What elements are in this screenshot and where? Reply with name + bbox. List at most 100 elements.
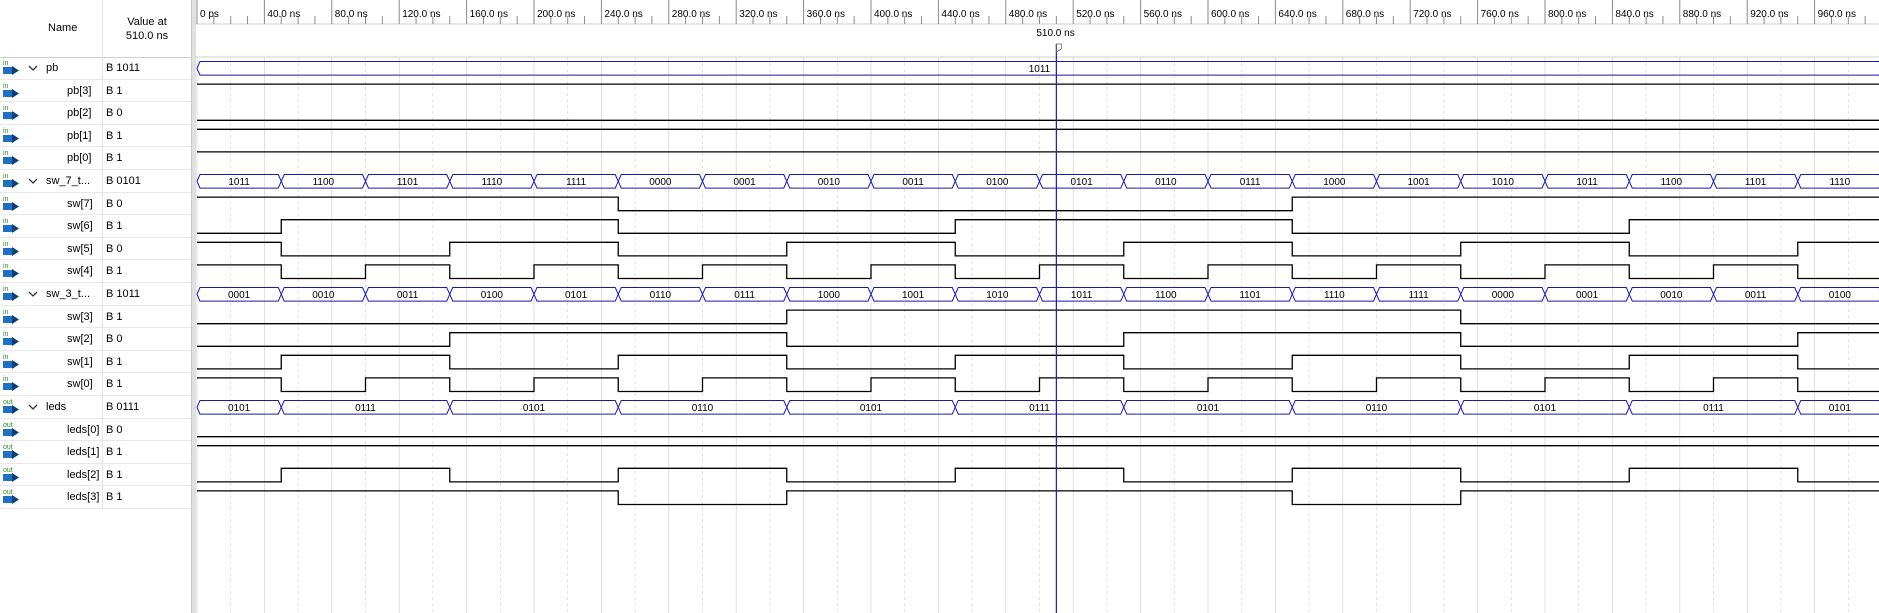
ruler-tick-label: 360.0 ns	[807, 9, 845, 20]
signal-row[interactable]: in pb[0] B 1	[0, 147, 191, 170]
ruler-tick-label: 280.0 ns	[672, 9, 710, 20]
signal-row[interactable]: in pb[3] B 1	[0, 79, 191, 103]
signal-value: B 1	[106, 446, 123, 459]
signal-name: sw[5]	[67, 242, 93, 255]
bus-value-label: 1101	[1745, 177, 1767, 188]
svg-text:in: in	[3, 128, 9, 135]
signal-row[interactable]: out leds[3] B 1	[0, 486, 191, 509]
signal-value: B 1	[106, 265, 123, 278]
bus-value-label: 1100	[1155, 290, 1177, 301]
signal-row[interactable]: out leds[1] B 1	[0, 441, 191, 464]
signal-name: leds	[46, 401, 67, 413]
column-divider	[102, 79, 103, 103]
signal-name: sw[7]	[67, 197, 93, 210]
signal-row[interactable]: in sw[3] B 1	[0, 305, 191, 329]
signal-row[interactable]: in sw[7] B 0	[0, 192, 191, 216]
column-divider	[102, 418, 103, 442]
ruler-tick-label: 80.0 ns	[335, 9, 368, 20]
signal-name: sw_7_t...	[46, 175, 91, 187]
signal-row[interactable]: in sw_3_t... B 1011	[0, 283, 191, 306]
column-divider	[102, 441, 103, 464]
bus-value-label: 1010	[986, 290, 1009, 301]
signal-row[interactable]: out leds B 0111	[0, 396, 191, 419]
input-pin-icon: in	[3, 309, 19, 324]
svg-text:in: in	[3, 331, 9, 338]
chevron-down-icon[interactable]	[27, 288, 39, 300]
column-divider[interactable]	[102, 0, 103, 57]
signal-row[interactable]: out leds[0] B 0	[0, 418, 191, 442]
bus-value-label: 0101	[860, 403, 883, 414]
ruler-tick-label: 240.0 ns	[604, 9, 642, 20]
bus-value-label: 1101	[1239, 290, 1261, 301]
bus-value-label: 0010	[818, 177, 841, 188]
column-divider	[102, 463, 103, 487]
bit-waveform	[197, 241, 1879, 257]
ruler-tick-label: 120.0 ns	[402, 9, 440, 20]
svg-text:in: in	[3, 354, 9, 361]
bus-value-label: 1111	[566, 177, 586, 188]
bus-value-label: 0010	[312, 290, 335, 301]
column-divider	[102, 237, 103, 261]
bus-value-label: 0011	[1745, 290, 1767, 301]
signal-value: B 1	[106, 310, 123, 323]
signal-row[interactable]: in sw[6] B 1	[0, 215, 191, 238]
column-divider	[102, 350, 103, 374]
signal-row[interactable]: in pb[1] B 1	[0, 124, 191, 148]
bus-value-label: 1110	[1829, 177, 1850, 188]
ruler-tick-label: 440.0 ns	[941, 9, 979, 20]
svg-text:in: in	[3, 196, 9, 203]
value-column-header[interactable]: Value at 510.0 ns	[108, 15, 186, 43]
bus-value-label: 0101	[228, 403, 251, 414]
signal-value: B 0	[106, 107, 123, 120]
chevron-down-icon[interactable]	[27, 401, 39, 413]
signal-value: B 1011	[106, 288, 141, 300]
bus-value-label: 1110	[481, 177, 502, 188]
bit-waveform	[197, 196, 1879, 212]
signal-row[interactable]: out leds[2] B 1	[0, 463, 191, 487]
name-column-header[interactable]: Name	[48, 22, 77, 34]
bus-value-label: 0110	[1366, 403, 1388, 414]
bus-value-label: 0101	[523, 403, 546, 414]
signal-row[interactable]: in pb B 1011	[0, 57, 191, 80]
value-column-header-line2: 510.0 ns	[125, 30, 169, 42]
svg-text:out: out	[3, 422, 13, 429]
signal-row[interactable]: in sw[2] B 0	[0, 328, 191, 351]
signal-row[interactable]: in sw_7_t... B 0101	[0, 170, 191, 193]
column-divider	[102, 486, 103, 509]
ruler-tick-label: 0 ps	[200, 9, 219, 20]
chevron-down-icon[interactable]	[27, 175, 39, 187]
signal-name: sw_3_t...	[46, 288, 91, 300]
svg-text:out: out	[3, 467, 13, 474]
ruler-tick-label: 960.0 ns	[1818, 9, 1856, 20]
bus-value-label: 1001	[1408, 177, 1431, 188]
bit-waveform	[197, 332, 1879, 347]
ruler-tick-label: 840.0 ns	[1615, 9, 1653, 20]
signal-row[interactable]: in pb[2] B 0	[0, 102, 191, 125]
signal-row[interactable]: in sw[0] B 1	[0, 373, 191, 396]
signal-row[interactable]: in sw[1] B 1	[0, 350, 191, 374]
bus-value-label: 0110	[692, 403, 714, 414]
signal-name: sw[4]	[67, 265, 93, 278]
column-divider	[102, 57, 103, 80]
output-pin-icon: out	[3, 489, 19, 505]
chevron-down-icon[interactable]	[27, 62, 39, 74]
signal-value: B 1	[106, 152, 123, 165]
signal-row[interactable]: in sw[5] B 0	[0, 237, 191, 261]
bus-value-label: 1001	[902, 290, 925, 301]
ruler-tick-label: 520.0 ns	[1076, 9, 1114, 20]
column-divider	[102, 373, 103, 396]
ruler-tick-label: 400.0 ns	[874, 9, 912, 20]
waveform-panel[interactable]: 0 ps 40.0 ns 80.0 ns 120.0 ns 160.0 ns 200.0 …	[195, 0, 1879, 613]
input-pin-icon: in	[3, 263, 19, 279]
signal-row[interactable]: in sw[4] B 1	[0, 260, 191, 283]
column-divider	[102, 192, 103, 216]
waveform-canvas[interactable]: 0 ps 40.0 ns 80.0 ns 120.0 ns 160.0 ns 200.0 …	[195, 0, 1879, 613]
bus-value-label: 1111	[1409, 290, 1429, 301]
input-pin-icon: in	[3, 150, 19, 166]
input-pin-icon: in	[3, 354, 19, 369]
cursor-time-label: 510.0 ns	[1036, 28, 1075, 39]
signal-value: B 0	[106, 423, 123, 436]
signal-value: B 1	[106, 491, 123, 504]
input-pin-icon: in	[3, 331, 19, 347]
svg-text:in: in	[3, 286, 9, 293]
